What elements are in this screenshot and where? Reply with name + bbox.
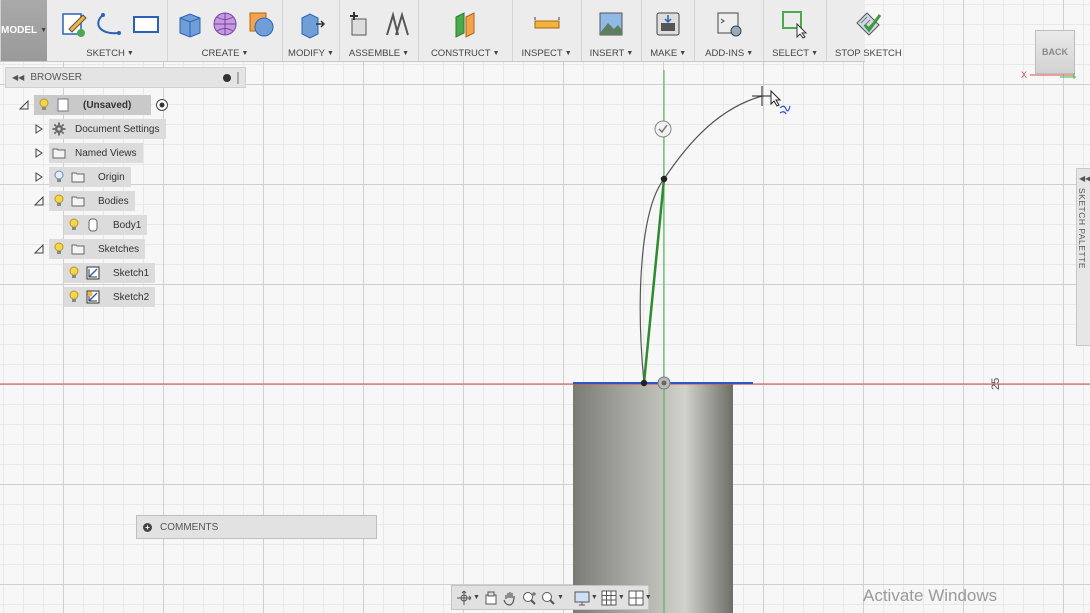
chevron-down-icon: ▼ <box>590 594 598 601</box>
view-cube[interactable]: BACK <box>1035 30 1075 74</box>
activate-windows-watermark: Activate Windows <box>863 586 998 605</box>
fit-button[interactable]: ▼ <box>540 588 564 608</box>
view-cube-face-label: BACK <box>1042 47 1068 57</box>
view-cube-axis-lines <box>1030 73 1076 79</box>
orbit-button[interactable]: ▼ <box>456 588 480 608</box>
look-at-icon <box>485 591 497 604</box>
arc-tool-cursor-icon <box>779 105 791 115</box>
view-cube-axis-label: X <box>1021 70 1028 80</box>
chevron-down-icon: ▼ <box>473 594 480 601</box>
orbit-icon <box>457 590 472 605</box>
expand-palette-icon[interactable]: ◀◀ <box>1079 174 1090 183</box>
chevron-down-icon: ▼ <box>617 594 625 601</box>
crosshair-cursor-icon <box>752 86 772 106</box>
look-at-button[interactable] <box>483 588 499 608</box>
viewports-icon <box>628 590 644 605</box>
display-settings-icon <box>574 591 590 605</box>
display-settings-button[interactable]: ▼ <box>574 588 598 608</box>
tangent-constraint-icon[interactable] <box>654 120 672 138</box>
viewports-button[interactable]: ▼ <box>628 588 652 608</box>
add-comment-icon[interactable]: + <box>143 522 152 532</box>
grid-settings-button[interactable]: ▼ <box>601 588 625 608</box>
pan-hand-icon <box>503 591 515 606</box>
grid-icon <box>601 590 617 605</box>
pan-button[interactable] <box>502 588 518 608</box>
navigation-bar: ▼ ▼ ▼ ▼ ▼ <box>451 585 652 610</box>
sketch-palette-label: SKETCH PALETTE <box>1077 188 1087 269</box>
zoom-button[interactable] <box>521 588 537 608</box>
fit-icon <box>541 591 555 605</box>
dimension-label[interactable]: 25 <box>990 378 1002 390</box>
chevron-down-icon: ▼ <box>644 594 652 601</box>
comments-panel[interactable]: + COMMENTS <box>136 515 377 539</box>
origin-point-center <box>661 380 667 386</box>
sketch-point[interactable] <box>640 379 648 387</box>
comments-label: COMMENTS <box>160 521 219 533</box>
body1-solid[interactable] <box>573 384 733 613</box>
pointer-cursor-icon <box>770 89 782 107</box>
sketch-point[interactable] <box>660 175 668 183</box>
sketch-line[interactable] <box>642 178 666 384</box>
chevron-down-icon: ▼ <box>556 594 564 601</box>
zoom-icon <box>522 591 536 605</box>
